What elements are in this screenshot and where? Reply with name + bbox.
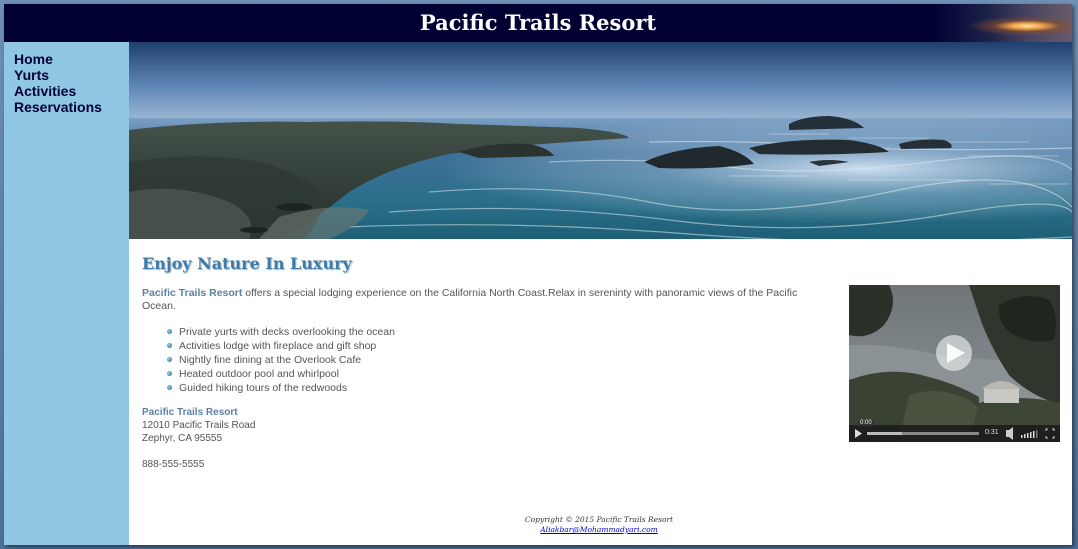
feature-list: Private yurts with decks overlooking the… <box>167 325 395 395</box>
site-footer: Copyright © 2015 Pacific Trails Resort A… <box>489 515 709 535</box>
nav-link-yurts[interactable]: Yurts <box>14 67 129 83</box>
bullet-icon <box>167 329 172 334</box>
email-link[interactable]: Aliakbar@Mohammadyari.com <box>489 525 709 535</box>
list-item-text: Guided hiking tours of the redwoods <box>179 382 348 394</box>
bullet-icon <box>167 371 172 376</box>
video-current-time: 0:00 <box>858 420 874 426</box>
bullet-icon <box>167 357 172 362</box>
list-item: Private yurts with decks overlooking the… <box>167 325 395 339</box>
copyright-text: Copyright © 2015 Pacific Trails Resort <box>524 515 674 524</box>
nav-link-activities[interactable]: Activities <box>14 83 129 99</box>
page-heading: Enjoy Nature In Luxury <box>142 254 352 273</box>
site-title: Pacific Trails Resort <box>419 10 657 35</box>
bullet-icon <box>167 385 172 390</box>
list-item-text: Private yurts with decks overlooking the… <box>179 326 395 338</box>
contact-name: Pacific Trails Resort <box>142 407 238 418</box>
main-content: Enjoy Nature In Luxury Pacific Trails Re… <box>129 239 1072 545</box>
list-item: Guided hiking tours of the redwoods <box>167 381 395 395</box>
list-item-text: Nightly fine dining at the Overlook Cafe <box>179 354 362 366</box>
nav-link-reservations[interactable]: Reservations <box>14 99 129 115</box>
hero-coast-image <box>129 42 1072 239</box>
list-item-text: Heated outdoor pool and whirlpool <box>179 368 339 380</box>
contact-info: Pacific Trails Resort 12010 Pacific Trai… <box>142 406 255 471</box>
bullet-icon <box>167 343 172 348</box>
sidebar-nav: Home Yurts Activities Reservations <box>4 42 129 545</box>
contact-street: 12010 Pacific Trails Road <box>142 420 256 431</box>
list-item: Nightly fine dining at the Overlook Cafe <box>167 353 395 367</box>
contact-city: Zephyr, CA 95555 <box>142 433 223 444</box>
site-header: Pacific Trails Resort <box>4 4 1072 42</box>
list-item: Activities lodge with fireplace and gift… <box>167 339 395 353</box>
nav-link-home[interactable]: Home <box>14 51 129 67</box>
video-duration: 0:31 <box>985 429 999 436</box>
list-item-text: Activities lodge with fireplace and gift… <box>179 340 377 352</box>
contact-phone: 888-555-5555 <box>142 459 205 470</box>
video-player[interactable]: 0:00 0:31 <box>849 285 1060 442</box>
intro-brand: Pacific Trails Resort <box>142 287 243 299</box>
list-item: Heated outdoor pool and whirlpool <box>167 367 395 381</box>
intro-paragraph: Pacific Trails Resort offers a special l… <box>142 287 827 313</box>
page-wrapper: Pacific Trails Resort Home Yurts Activit… <box>4 4 1072 545</box>
